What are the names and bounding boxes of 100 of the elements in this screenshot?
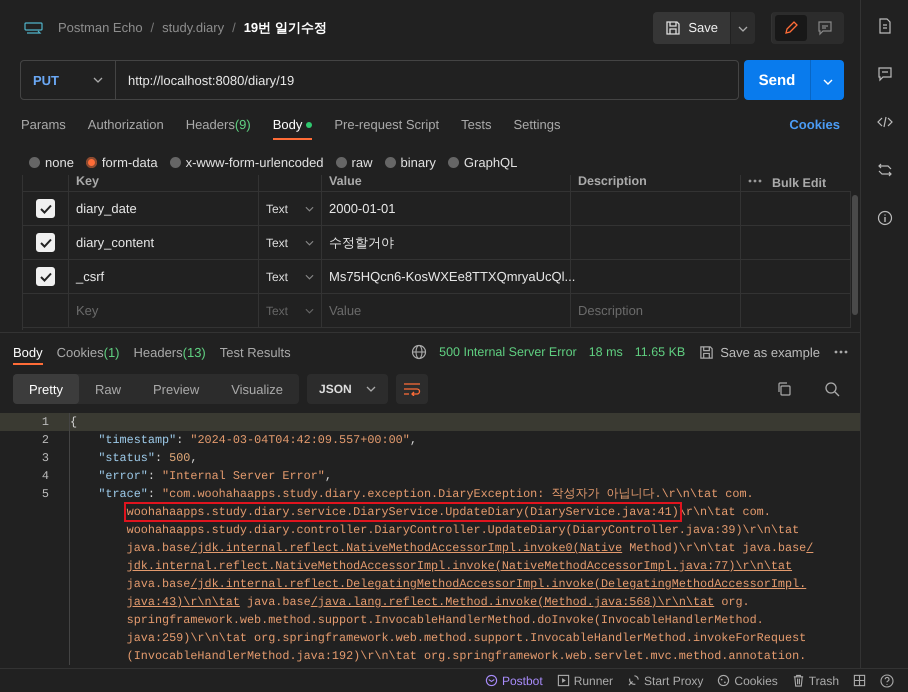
- method-dropdown[interactable]: PUT: [21, 61, 116, 99]
- chevron-down-icon: [305, 308, 314, 314]
- body-type-radio[interactable]: x-www-form-urlencoded: [170, 152, 324, 172]
- code-line: java:259)\r\n\tat org.springframework.web.method.support.InvocableHandlerMethod.invokeForRequest: [69, 629, 806, 647]
- code-icon[interactable]: [876, 114, 892, 130]
- code-line: java.base/jdk.internal.reflect.NativeMethodAccessorImpl.invoke0(Native Method)\r\n\tat java.base/: [69, 539, 814, 557]
- breadcrumb-separator: /: [232, 20, 236, 35]
- play-icon: [556, 674, 570, 687]
- http-icon: [24, 20, 44, 36]
- check-icon: [40, 204, 52, 214]
- type-dropdown[interactable]: Text: [259, 260, 322, 293]
- code-line: java.base/jdk.internal.reflect.DelegatingMethodAccessorImpl.invoke(DelegatingMethodAccessorImpl.: [69, 575, 806, 593]
- status-bar-button[interactable]: Postbot: [484, 674, 543, 688]
- value-field[interactable]: Value: [322, 294, 571, 327]
- response-tab[interactable]: Body: [13, 340, 43, 364]
- description-field[interactable]: Description: [571, 294, 741, 327]
- response-size[interactable]: 11.65 KB: [634, 345, 686, 359]
- request-tab[interactable]: Settings: [513, 108, 560, 140]
- response-tab[interactable]: Test Results: [220, 340, 291, 364]
- arrows-icon[interactable]: [876, 162, 892, 178]
- info-icon[interactable]: [876, 210, 892, 226]
- chevron-down-icon: [305, 240, 314, 246]
- status-bar-button[interactable]: Trash: [792, 674, 839, 688]
- cookies-link[interactable]: Cookies: [789, 116, 840, 132]
- save-button[interactable]: Save: [653, 12, 730, 44]
- more-icon[interactable]: [834, 350, 848, 354]
- key-field[interactable]: Key: [69, 294, 259, 327]
- breadcrumb-separator: /: [150, 20, 154, 35]
- edit-mode-button[interactable]: [775, 14, 807, 40]
- value-cell[interactable]: 수정할거야: [322, 226, 571, 259]
- code-line: "error": "Internal Server Error",: [69, 467, 332, 485]
- view-mode-tab[interactable]: Visualize: [215, 374, 300, 404]
- chevron-down-icon: [93, 77, 103, 83]
- view-mode-tab[interactable]: Preview: [136, 374, 216, 404]
- document-icon[interactable]: [876, 18, 892, 34]
- status-bar-button[interactable]: Runner: [556, 674, 614, 688]
- cookie-icon: [717, 674, 730, 687]
- status-bar-button[interactable]: Start Proxy: [627, 674, 704, 688]
- body-type-radio[interactable]: none: [29, 152, 74, 172]
- checkbox[interactable]: [36, 267, 55, 286]
- copy-icon[interactable]: [776, 381, 792, 397]
- checkbox[interactable]: [36, 199, 55, 218]
- chevron-down-icon: [305, 206, 314, 212]
- view-mode-tab[interactable]: Raw: [78, 374, 137, 404]
- chevron-down-icon: [738, 26, 748, 32]
- save-icon: [699, 344, 714, 360]
- more-icon[interactable]: [748, 179, 762, 183]
- search-icon[interactable]: [824, 381, 840, 397]
- globe-icon[interactable]: [411, 344, 428, 360]
- body-type-radio[interactable]: GraphQL: [448, 152, 518, 172]
- request-tab[interactable]: Authorization: [88, 108, 164, 140]
- type-dropdown[interactable]: Text: [259, 226, 322, 259]
- request-tab[interactable]: Body: [272, 108, 312, 140]
- request-tab[interactable]: Headers(9): [186, 108, 251, 140]
- code-line: springframework.web.method.support.InvocableHandlerMethod.doInvoke(InvocableHandlerMethod.: [69, 611, 764, 629]
- check-icon: [40, 238, 52, 248]
- breadcrumb-item[interactable]: Postman Echo: [58, 20, 143, 35]
- body-type-radio[interactable]: raw: [336, 152, 372, 172]
- request-tab[interactable]: Pre-request Script: [334, 108, 440, 140]
- status-bar-button[interactable]: Cookies: [717, 674, 778, 688]
- key-cell[interactable]: _csrf: [69, 260, 259, 293]
- type-dropdown[interactable]: Text: [259, 192, 322, 225]
- view-mode-tab[interactable]: Pretty: [13, 374, 79, 404]
- wrap-lines-button[interactable]: [396, 374, 428, 404]
- breadcrumb-item[interactable]: study.diary: [162, 20, 224, 35]
- save-options-button[interactable]: [731, 12, 755, 44]
- column-header: Description: [571, 175, 741, 191]
- format-dropdown[interactable]: JSON: [307, 374, 388, 404]
- code-line: java:43)\r\n\tat java.base/java.lang.reflect.Method.invoke(Method.java:568)\r\n\tat org.: [69, 593, 750, 611]
- column-header: Key: [69, 175, 259, 191]
- body-type-radio[interactable]: binary: [384, 152, 436, 172]
- help-icon[interactable]: [880, 674, 894, 688]
- key-cell[interactable]: diary_date: [69, 192, 259, 225]
- pencil-icon: [783, 20, 799, 36]
- body-type-radio[interactable]: form-data: [86, 152, 158, 172]
- layout-icon[interactable]: [853, 674, 866, 687]
- breadcrumb-item[interactable]: 19번 일기수정: [244, 18, 327, 36]
- code-line: woohahaapps.study.diary.controller.DiaryController.UpdateDiary(DiaryController.java:39)\r\n\tat: [69, 521, 800, 539]
- line-number: 3: [42, 451, 49, 465]
- check-icon: [40, 272, 52, 282]
- status-code[interactable]: 500 Internal Server Error: [439, 345, 577, 359]
- url-field[interactable]: PUT http://localhost:8080/diary/19: [20, 60, 739, 100]
- code-line: {: [69, 413, 78, 431]
- comment-icon: [817, 20, 833, 36]
- chevron-down-icon: [822, 78, 832, 84]
- bulk-edit-link[interactable]: Bulk Edit: [772, 177, 826, 189]
- checkbox[interactable]: [36, 233, 55, 252]
- code-line: "trace": "com.woohahaapps.study.diary.exception.DiaryException: 작성자가 아닙니다.\r\n\tat com.: [69, 485, 754, 503]
- value-cell[interactable]: 2000-01-01: [322, 192, 571, 225]
- trash-icon: [792, 674, 805, 687]
- save-as-example-button[interactable]: Save as example: [699, 344, 820, 360]
- request-tab[interactable]: Params: [21, 108, 66, 140]
- response-time[interactable]: 18 ms: [588, 345, 623, 359]
- send-button[interactable]: Send: [744, 60, 810, 100]
- request-tab[interactable]: Tests: [461, 108, 492, 140]
- comment-icon[interactable]: [876, 66, 892, 82]
- response-tab[interactable]: Cookies(1): [56, 340, 120, 364]
- key-cell[interactable]: diary_content: [69, 226, 259, 259]
- response-tab[interactable]: Headers(13): [134, 340, 206, 364]
- scrollbar-thumb[interactable]: [852, 195, 858, 315]
